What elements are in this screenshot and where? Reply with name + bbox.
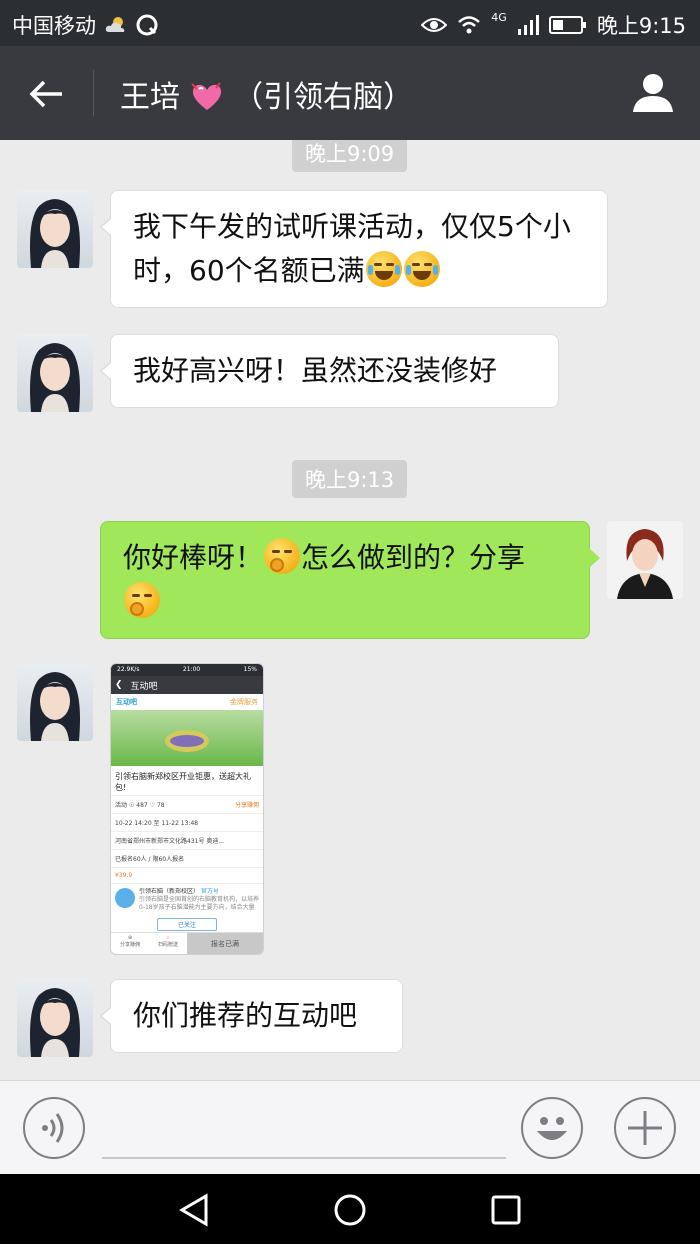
wifi-icon (458, 16, 481, 34)
girl-avatar-image (30, 988, 80, 1057)
girl-avatar-image (30, 199, 80, 268)
more-button[interactable] (614, 1097, 676, 1159)
message-input[interactable] (102, 1157, 506, 1159)
clock-label: 晚上9:15 (596, 14, 686, 38)
timestamp: 晚上9:13 (292, 460, 408, 498)
message-text: 你们推荐的互动吧 (133, 999, 358, 1032)
image-stats-right: 分享赚佣 (234, 802, 259, 809)
image-address-row: 河南省郑州市新郑市文化路431号 奥迪... (111, 831, 263, 849)
chat-title: 王培 （引领右脑） (120, 72, 413, 116)
image-brand-right: 金牌服务 (230, 698, 258, 706)
eye-icon (421, 18, 448, 32)
image-header-title: 互动吧 (130, 681, 158, 692)
image-status-time: 21:00 (182, 666, 201, 673)
image-tab-1-label: 分享赚佣 (119, 942, 140, 948)
message-text: 我下午发的试听课活动，仅仅5个小时，60个名额已满 (133, 210, 571, 287)
image-status-left: 22.9K/s (117, 666, 140, 673)
heart-icon (190, 82, 221, 110)
chat-header: 王培 （引领右脑） (0, 46, 700, 140)
image-follow-button: 已关注 (157, 918, 217, 931)
image-status-right: 15% (243, 666, 257, 673)
contact-avatar[interactable] (17, 663, 93, 741)
image-tab-1: ⊕ 分享赚佣 (111, 933, 149, 954)
image-org-row: 引领右脑（新郑校区） 官方号 引领右脑是全国首创的右脑教育机构，以培养0-18岁… (111, 883, 263, 916)
message-text: 怎么做到的？分享 (301, 541, 526, 574)
back-arrow-icon[interactable] (26, 74, 66, 114)
voice-icon (42, 1113, 64, 1143)
contact-avatar[interactable] (17, 190, 93, 268)
image-header: ❮ 互动吧 (111, 676, 263, 694)
image-stats-left: 活动 (115, 802, 128, 809)
message-bubble-self[interactable]: 你好棒呀！ 怎么做到的？分享 (100, 521, 600, 639)
image-banner-mat (165, 730, 209, 752)
status-bar: 中国移动 4G 晚上9:15 (0, 0, 700, 46)
image-tab-2-label: 扫码赠送 (157, 942, 178, 948)
giggle-emoji (264, 538, 301, 574)
chat-title-suffix: （引领右脑） (233, 80, 414, 115)
carrier-label: 中国移动 (12, 14, 96, 38)
weather-icon (105, 17, 125, 32)
image-tab-1-icon: ⊕ (127, 935, 133, 941)
image-tab-2: ☆ 扫码赠送 (149, 933, 187, 954)
image-back-icon: ❮ (115, 680, 123, 690)
girl-avatar-image (30, 343, 80, 412)
image-tab-bar: ⊕ 分享赚佣 ☆ 扫码赠送 报名已满 (111, 932, 263, 954)
chat-area[interactable]: 晚上9:09 我下午发的试听课活动，仅仅5个小时，60个名额已满 我好高兴呀！虽… (0, 140, 700, 1080)
girl-avatar-image (30, 672, 80, 741)
image-stats-views: 487 (136, 802, 148, 809)
network-label: 4G (491, 10, 507, 24)
image-time-row: 10-22 14:20 至 11-22 13:48 (111, 813, 263, 831)
chat-title-name: 王培 (120, 80, 180, 115)
image-org-logo (115, 888, 135, 908)
image-stats-row: 活动 ☉ 487 ♡ 78 分享赚佣 (111, 795, 263, 813)
image-status-bar: 22.9K/s 21:00 15% (111, 664, 263, 676)
home-circle-icon[interactable] (332, 1192, 368, 1228)
image-tab-3: 报名已满 (187, 933, 263, 954)
image-enroll-row: 已报名60人 / 限60人报名 (111, 849, 263, 867)
image-brand: 互动吧 (116, 698, 137, 706)
plus-icon (628, 1111, 662, 1145)
system-nav-bar (0, 1174, 700, 1244)
message-text: 我好高兴呀！虽然还没装修好 (133, 354, 498, 387)
image-stats-likes: 78 (156, 802, 165, 809)
image-tab-3-label: 报名已满 (211, 940, 239, 948)
emoji-button[interactable] (521, 1097, 583, 1159)
input-bar (0, 1080, 700, 1174)
timestamp: 晚上9:09 (292, 140, 408, 172)
laugh-cry-emoji (403, 251, 440, 287)
image-tab-2-icon: ☆ (165, 935, 171, 941)
image-banner (111, 710, 263, 766)
q-app-icon (136, 14, 158, 36)
image-message[interactable]: 22.9K/s 21:00 15% ❮ 互动吧 互动吧 金牌服务 引领右脑新郑校… (110, 663, 264, 955)
back-triangle-icon[interactable] (176, 1192, 212, 1228)
smiley-icon (537, 1117, 567, 1140)
image-brand-row: 互动吧 金牌服务 (111, 694, 263, 710)
laugh-cry-emoji (365, 251, 402, 287)
image-price-row: ¥39.9 (111, 867, 263, 883)
image-eye-icon: ☉ (128, 802, 135, 809)
header-divider (93, 70, 94, 116)
battery-icon (548, 16, 586, 34)
signal-icon (517, 15, 539, 35)
image-event-title: 引领右脑新郑校区开业钜惠，送超大礼包! (115, 772, 251, 792)
message-bubble[interactable]: 你们推荐的互动吧 (100, 979, 403, 1053)
my-avatar[interactable] (607, 521, 683, 599)
contact-avatar[interactable] (17, 334, 93, 412)
profile-icon[interactable] (632, 72, 674, 114)
message-bubble[interactable]: 我好高兴呀！虽然还没装修好 (100, 334, 559, 408)
image-org-name: 引领右脑（新郑校区） (139, 888, 200, 895)
image-org-badge: 官方号 (200, 888, 219, 895)
voice-button[interactable] (23, 1097, 85, 1159)
message-bubble[interactable]: 我下午发的试听课活动，仅仅5个小时，60个名额已满 (100, 190, 608, 308)
woman-avatar-image (617, 529, 673, 599)
giggle-emoji (124, 582, 160, 618)
contact-avatar[interactable] (17, 979, 93, 1057)
recents-square-icon[interactable] (488, 1192, 524, 1228)
message-text: 你好棒呀！ (123, 541, 264, 574)
image-org-desc: 引领右脑是全国首创的右脑教育机构，以培养0-18岁孩子右脑潜能为主要方向，结合大… (139, 896, 259, 911)
image-like-icon: ♡ (149, 802, 156, 809)
